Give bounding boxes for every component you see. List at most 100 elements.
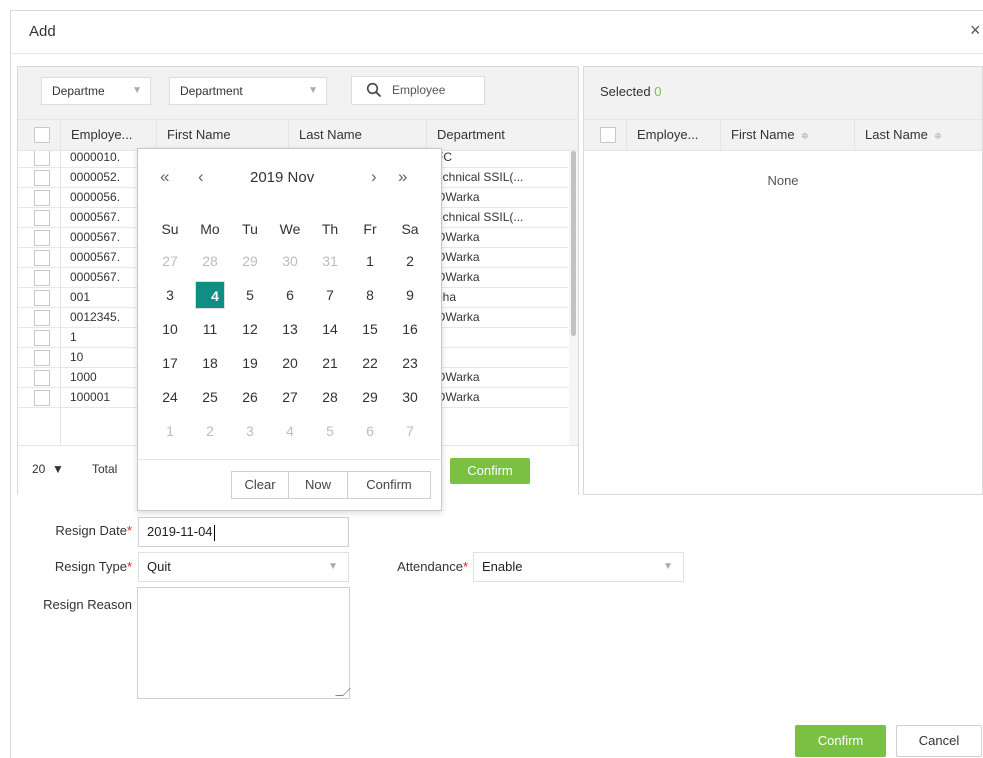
calendar-day[interactable]: 6 <box>355 417 385 445</box>
row-checkbox[interactable] <box>34 151 50 166</box>
prev-month-icon[interactable]: ‹ <box>198 167 204 187</box>
calendar-day[interactable]: 11 <box>195 315 225 343</box>
calendar-day[interactable]: 28 <box>195 247 225 275</box>
calendar-day[interactable]: 1 <box>355 247 385 275</box>
calendar-day[interactable]: 6 <box>275 281 305 309</box>
column-header-first-name[interactable]: First Name ≑ <box>720 120 854 151</box>
resign-date-value: 2019-11-04 <box>147 524 213 539</box>
calendar-day[interactable]: 23 <box>395 349 425 377</box>
resign-reason-textarea[interactable] <box>137 587 351 699</box>
column-header-last-name[interactable]: Last Name <box>288 120 428 151</box>
calendar-day[interactable]: 10 <box>155 315 185 343</box>
calendar-day[interactable]: 22 <box>355 349 385 377</box>
chevron-down-icon: ▼ <box>328 561 338 572</box>
calendar-day[interactable]: 19 <box>235 349 265 377</box>
confirm-button[interactable]: Confirm <box>795 725 886 757</box>
row-checkbox[interactable] <box>34 230 50 246</box>
calendar-confirm-button[interactable]: Confirm <box>347 471 431 499</box>
calendar-day[interactable]: 20 <box>275 349 305 377</box>
department-cell: oha <box>436 290 457 304</box>
calendar-day[interactable]: 17 <box>155 349 185 377</box>
employee-search-input[interactable]: Employee <box>351 76 485 105</box>
sort-icon[interactable]: ≑ <box>934 131 942 142</box>
department-cell: OWarka <box>436 270 480 284</box>
calendar-day-selected[interactable]: 4 <box>195 281 225 309</box>
column-header-employee[interactable]: Employe... <box>60 120 156 151</box>
row-checkbox[interactable] <box>34 270 50 286</box>
empty-state-text: None <box>767 173 799 188</box>
column-header-first-name[interactable]: First Name <box>156 120 280 151</box>
column-header-employee[interactable]: Employe... <box>626 120 722 151</box>
list-confirm-button[interactable]: Confirm <box>450 458 530 484</box>
resign-type-select[interactable]: Quit ▼ <box>138 552 349 582</box>
calendar-day[interactable]: 29 <box>355 383 385 411</box>
column-header-last-name[interactable]: Last Name ≑ <box>854 120 982 151</box>
row-checkbox[interactable] <box>34 310 50 326</box>
calendar-day[interactable]: 12 <box>235 315 265 343</box>
calendar-day[interactable]: 9 <box>395 281 425 309</box>
calendar-day[interactable]: 15 <box>355 315 385 343</box>
row-checkbox[interactable] <box>34 350 50 366</box>
calendar-day[interactable]: 16 <box>395 315 425 343</box>
calendar-day[interactable]: 14 <box>315 315 345 343</box>
weekday-label: Sa <box>401 221 419 237</box>
calendar-day[interactable]: 13 <box>275 315 305 343</box>
row-checkbox[interactable] <box>34 390 50 406</box>
calendar-day[interactable]: 4 <box>275 417 305 445</box>
column-header-department[interactable]: Department <box>426 120 570 151</box>
attendance-select[interactable]: Enable ▼ <box>473 552 684 582</box>
close-icon[interactable]: × <box>970 20 983 40</box>
row-checkbox[interactable] <box>34 250 50 266</box>
calendar-day[interactable]: 18 <box>195 349 225 377</box>
calendar-now-button[interactable]: Now <box>288 471 348 499</box>
calendar-month-title[interactable]: 2019 Nov <box>250 169 314 186</box>
page-size-value: 20 <box>32 462 46 476</box>
row-checkbox[interactable] <box>34 190 50 206</box>
row-checkbox[interactable] <box>34 330 50 346</box>
sort-icon[interactable]: ≑ <box>801 131 809 142</box>
next-year-icon[interactable]: » <box>398 167 407 187</box>
scrollbar-thumb[interactable] <box>571 151 576 336</box>
calendar-day[interactable]: 3 <box>235 417 265 445</box>
calendar-day[interactable]: 27 <box>275 383 305 411</box>
chevron-down-icon: ▼ <box>308 85 318 96</box>
page-size-select[interactable]: 20 ▼ <box>32 462 64 476</box>
prev-year-icon[interactable]: « <box>160 167 169 187</box>
calendar-day[interactable]: 29 <box>235 247 265 275</box>
row-checkbox[interactable] <box>34 290 50 306</box>
department-select[interactable]: Department ▼ <box>169 77 327 105</box>
table-scrollbar[interactable] <box>569 151 578 445</box>
calendar-day[interactable]: 24 <box>155 383 185 411</box>
calendar-day[interactable]: 30 <box>275 247 305 275</box>
calendar-day[interactable]: 8 <box>355 281 385 309</box>
calendar-divider <box>138 459 441 460</box>
department-cell: OWarka <box>436 310 480 324</box>
select-all-selected-checkbox[interactable] <box>600 127 616 143</box>
next-month-icon[interactable]: › <box>371 167 377 187</box>
calendar-day[interactable]: 30 <box>395 383 425 411</box>
resign-date-input[interactable]: 2019-11-04 <box>138 517 349 547</box>
calendar-day[interactable]: 25 <box>195 383 225 411</box>
department-select-value: Department <box>180 84 243 98</box>
calendar-day[interactable]: 27 <box>155 247 185 275</box>
calendar-day[interactable]: 28 <box>315 383 345 411</box>
calendar-day[interactable]: 1 <box>155 417 185 445</box>
calendar-day[interactable]: 7 <box>315 281 345 309</box>
calendar-day[interactable]: 7 <box>395 417 425 445</box>
select-all-checkbox[interactable] <box>34 127 50 143</box>
row-checkbox[interactable] <box>34 370 50 386</box>
calendar-day[interactable]: 2 <box>195 417 225 445</box>
row-checkbox[interactable] <box>34 170 50 186</box>
calendar-clear-button[interactable]: Clear <box>231 471 289 499</box>
resize-grip-icon[interactable] <box>335 688 351 696</box>
calendar-day[interactable]: 2 <box>395 247 425 275</box>
calendar-day[interactable]: 5 <box>235 281 265 309</box>
calendar-day[interactable]: 26 <box>235 383 265 411</box>
calendar-day[interactable]: 31 <box>315 247 345 275</box>
calendar-day[interactable]: 5 <box>315 417 345 445</box>
calendar-day[interactable]: 3 <box>155 281 185 309</box>
department-filter-select[interactable]: Departme ▼ <box>41 77 151 105</box>
row-checkbox[interactable] <box>34 210 50 226</box>
calendar-day[interactable]: 21 <box>315 349 345 377</box>
cancel-button[interactable]: Cancel <box>896 725 982 757</box>
